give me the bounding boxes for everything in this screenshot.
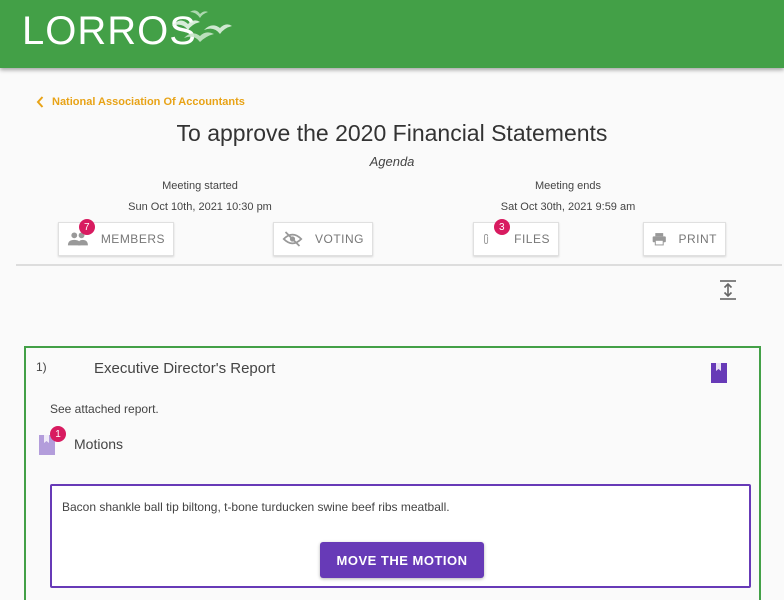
motions-heading: Motions [74,436,124,452]
agenda-item-title: Executive Director's Report [94,360,276,377]
tab-print[interactable]: PRINT [643,222,726,256]
meeting-started-label: Meeting started [162,180,238,192]
motion-text: Bacon shankle ball tip biltong, t-bone t… [62,500,450,514]
birds-icon [172,10,232,42]
meeting-ends-value: Sat Oct 30th, 2021 9:59 am [500,201,636,213]
paperclip-icon [484,233,489,245]
back-link[interactable]: National Association Of Accountants [36,96,245,108]
agenda-item-description: See attached report. [50,402,159,416]
expand-vertical-icon[interactable] [716,278,740,302]
section-divider [16,264,782,266]
files-count-badge: 3 [494,219,510,235]
bookmark-icon[interactable] [710,362,728,384]
motion-box: Bacon shankle ball tip biltong, t-bone t… [50,484,751,588]
tab-members-label: MEMBERS [100,232,165,246]
tab-print-label: PRINT [678,232,717,246]
move-the-motion-button[interactable]: MOVE THE MOTION [320,542,484,578]
meeting-ends-label: Meeting ends [534,180,602,192]
agenda-item-number: 1) [36,360,47,374]
back-link-label: National Association Of Accountants [52,96,245,108]
printer-icon [652,233,666,246]
lorros-logo[interactable]: LORROS [22,6,232,56]
chevron-left-icon [36,96,44,108]
meeting-started-value: Sun Oct 10th, 2021 10:30 pm [128,201,272,213]
meeting-subtitle: Agenda [369,154,415,169]
meeting-started: Meeting started Sun Oct 10th, 2021 10:30… [80,176,320,218]
eye-off-icon [282,231,303,247]
tab-voting[interactable]: VOTING [273,222,373,256]
tab-files[interactable]: FILES 3 [473,219,559,256]
agenda-item-card: 1) Executive Director's Report See attac… [24,346,761,600]
tab-members[interactable]: MEMBERS 7 [58,219,174,256]
app-header: LORROS [0,0,784,68]
tab-files-label: FILES [514,232,550,246]
motions-count-badge: 1 [50,426,66,442]
tab-voting-label: VOTING [314,232,364,246]
meeting-ends: Meeting ends Sat Oct 30th, 2021 9:59 am [448,176,688,218]
meeting-title: To approve the 2020 Financial Statements [176,120,608,146]
members-count-badge: 7 [79,219,95,235]
